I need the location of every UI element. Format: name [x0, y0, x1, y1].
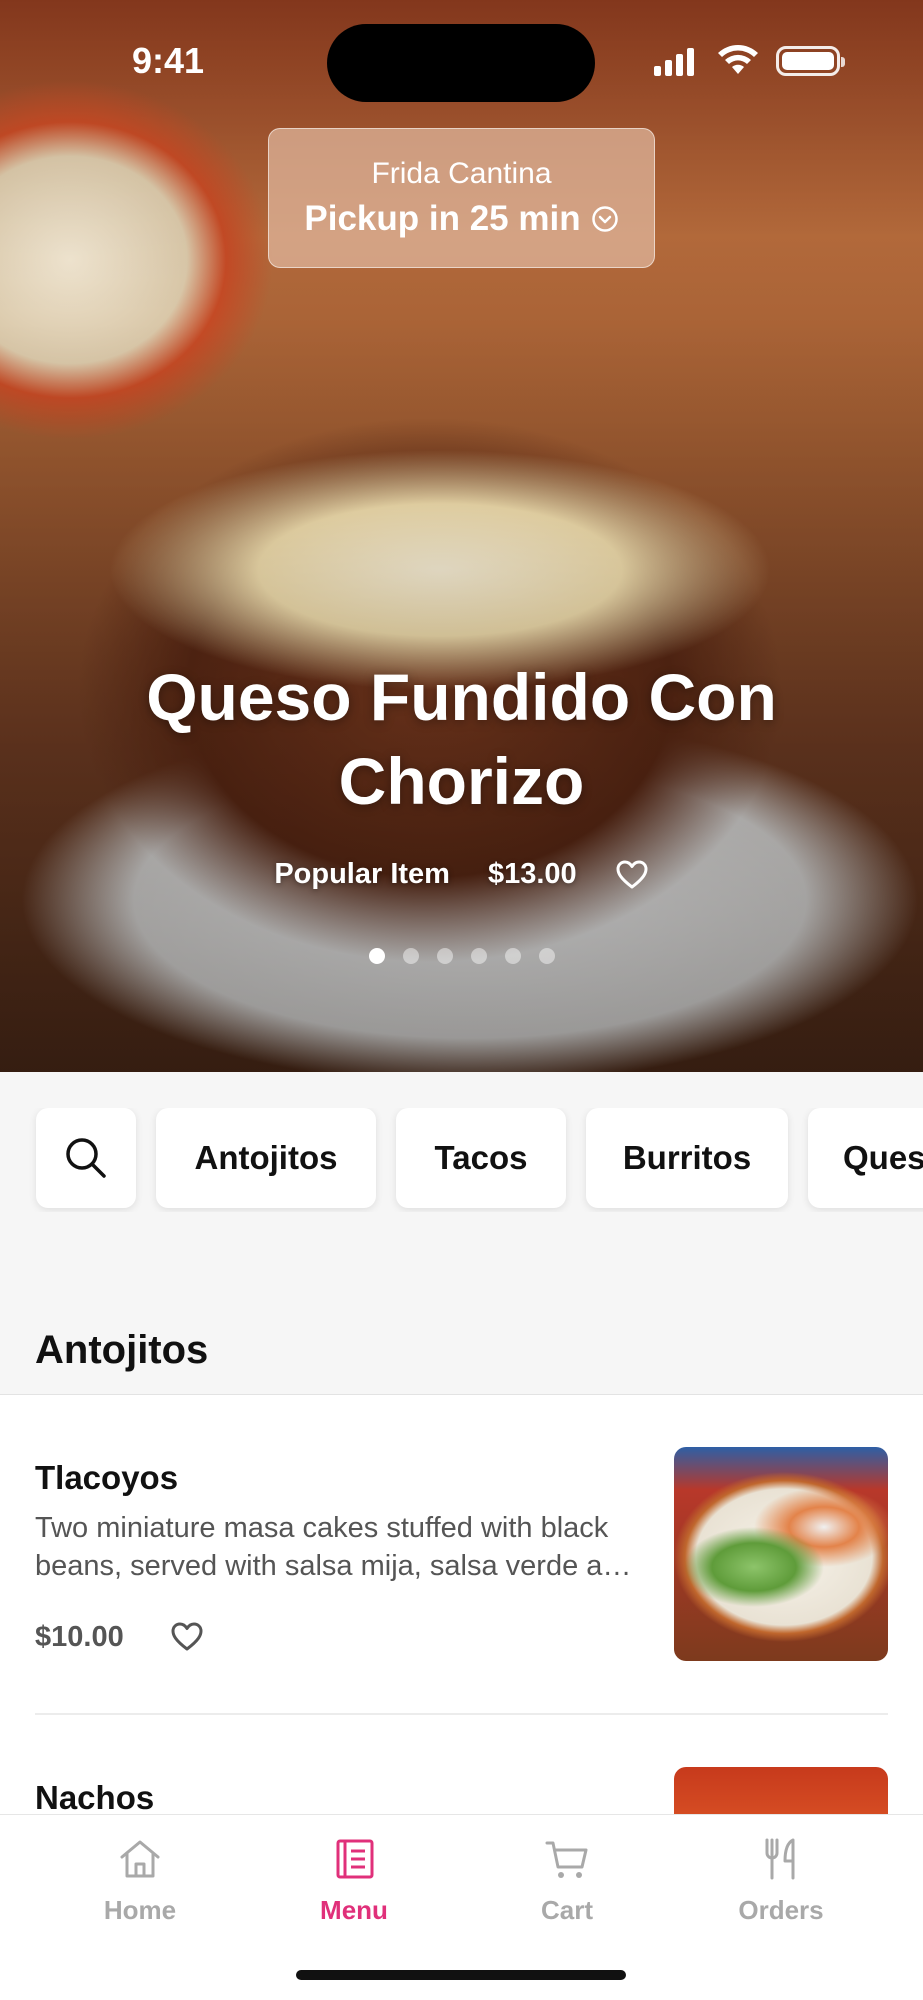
restaurant-name: Frida Cantina: [371, 157, 552, 190]
cart-icon: [545, 1841, 588, 1878]
pickup-time-label: Pickup in 25 min: [304, 199, 581, 238]
dynamic-island: [327, 24, 595, 102]
category-bar[interactable]: Antojitos Tacos Burritos Ques: [0, 1108, 923, 1212]
featured-item-meta: Popular Item $13.00: [0, 858, 923, 891]
pickup-time-row: Pickup in 25 min: [269, 199, 654, 239]
pager-dot[interactable]: [504, 948, 521, 964]
search-icon: [66, 1138, 106, 1178]
tab-label: Home: [103, 1895, 177, 1925]
item-description: Two miniature masa cakes stuffed with bl…: [35, 1512, 635, 1582]
status-bar: 9:41: [0, 0, 923, 120]
menu-icon: [336, 1839, 374, 1879]
featured-item-tag: Popular Item: [274, 858, 450, 890]
battery-icon: [776, 46, 845, 76]
favorite-heart-icon[interactable]: [170, 1621, 204, 1653]
cellular-signal-icon: [654, 46, 694, 76]
tab-cart[interactable]: Cart: [467, 1835, 667, 1926]
wifi-icon: [718, 45, 758, 74]
pager-dot[interactable]: [402, 948, 419, 964]
item-photo[interactable]: [674, 1767, 888, 1814]
utensils-icon: [765, 1838, 795, 1880]
category-chip-quesadillas[interactable]: Ques: [808, 1108, 923, 1208]
home-icon: [120, 1840, 160, 1878]
category-chip-burritos[interactable]: Burritos: [586, 1108, 788, 1208]
item-photo[interactable]: [674, 1447, 888, 1661]
search-button[interactable]: [36, 1108, 136, 1208]
chevron-down-circle-icon: [591, 206, 618, 232]
pager-dot[interactable]: [470, 948, 487, 964]
item-name: Nachos: [35, 1779, 155, 1814]
tab-home[interactable]: Home: [40, 1835, 240, 1926]
favorite-heart-icon[interactable]: [615, 859, 649, 891]
carousel-pager[interactable]: [0, 948, 923, 964]
status-time: 9:41: [132, 40, 205, 81]
tab-label: Cart: [540, 1895, 593, 1925]
home-indicator: [296, 1970, 626, 1980]
tab-label: Menu: [320, 1895, 388, 1925]
featured-item-title[interactable]: Queso Fundido Con Chorizo: [60, 655, 863, 823]
hero-banner[interactable]: 9:41 Frida Cantina Pickup in 25 min Ques…: [0, 0, 923, 1072]
featured-item-price: $13.00: [487, 858, 577, 890]
item-price: $10.00: [35, 1621, 124, 1653]
pager-dot[interactable]: [436, 948, 453, 964]
divider: [35, 1713, 888, 1715]
category-chip-tacos[interactable]: Tacos: [396, 1108, 566, 1208]
item-name: Tlacoyos: [35, 1459, 179, 1496]
tab-label: Orders: [738, 1895, 824, 1925]
pager-dot[interactable]: [538, 948, 555, 964]
section-title: Antojitos: [35, 1328, 209, 1372]
pickup-location-selector[interactable]: Frida Cantina Pickup in 25 min: [268, 128, 655, 268]
tab-orders[interactable]: Orders: [681, 1835, 881, 1926]
tab-menu[interactable]: Menu: [254, 1835, 454, 1926]
menu-list[interactable]: Tlacoyos Two miniature masa cakes stuffe…: [0, 1394, 923, 1814]
pager-dot[interactable]: [368, 948, 385, 964]
category-chip-antojitos[interactable]: Antojitos: [156, 1108, 376, 1208]
